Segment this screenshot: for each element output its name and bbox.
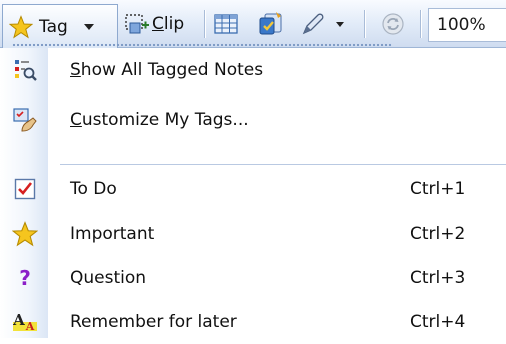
menu-item-show-all-tagged-notes[interactable]: Show All Tagged Notes (0, 48, 506, 92)
sync-button[interactable] (380, 0, 406, 48)
menu-item-remember-for-later[interactable]: A A Remember for later Ctrl+4 (0, 300, 506, 344)
menu-item-shortcut: Ctrl+2 (410, 224, 466, 244)
tag-dropdown-menu: Show All Tagged Notes Customize My Tags.… (0, 48, 506, 338)
clip-label: Clip (152, 14, 184, 34)
clip-button[interactable]: Clip (124, 0, 184, 48)
menu-item-shortcut: Ctrl+4 (410, 312, 466, 332)
toolbar-separator (204, 10, 205, 38)
pen-button[interactable] (300, 0, 344, 48)
table-icon (214, 13, 238, 35)
clip-accel: C (152, 14, 164, 34)
tag-dropdown-arrow-icon[interactable] (83, 23, 94, 30)
screen-clip-icon (124, 11, 150, 37)
svg-text:A: A (12, 311, 25, 329)
pen-dropdown-arrow-icon[interactable] (336, 21, 344, 27)
accel-letter: C (70, 110, 82, 130)
menu-item-to-do[interactable]: To Do Ctrl+1 (0, 167, 506, 211)
menu-item-label: Show All Tagged Notes (70, 60, 263, 80)
tag-search-icon (12, 57, 38, 83)
accel-letter: S (70, 60, 81, 80)
menu-item-label: Customize My Tags... (70, 110, 249, 130)
menu-item-important[interactable]: Important Ctrl+2 (0, 212, 506, 256)
tag-button[interactable]: Tag (2, 4, 118, 48)
menu-separator (60, 164, 506, 165)
outlook-button[interactable] (256, 0, 284, 48)
menu-item-label: To Do (70, 179, 117, 199)
menu-item-label: Important (70, 224, 155, 244)
insert-table-button[interactable] (214, 0, 238, 48)
menu-item-question[interactable]: ? Question Ctrl+3 (0, 256, 506, 300)
menu-item-shortcut: Ctrl+3 (410, 268, 466, 288)
pen-icon (300, 11, 326, 37)
label-rest: ustomize My Tags... (81, 110, 249, 130)
highlighter-text-icon: A A (12, 309, 38, 335)
star-icon (9, 14, 33, 39)
zoom-value: 100% (437, 15, 486, 35)
menu-item-label: Question (70, 268, 147, 288)
sync-icon (380, 11, 406, 37)
question-mark-icon: ? (12, 265, 38, 291)
svg-text:A: A (25, 320, 35, 333)
svg-text:?: ? (19, 266, 31, 290)
star-icon (12, 221, 38, 247)
menu-item-shortcut: Ctrl+1 (410, 179, 466, 199)
zoom-box[interactable]: 100% (428, 8, 506, 42)
menu-item-customize-my-tags[interactable]: Customize My Tags... (0, 98, 506, 142)
toolbar-separator (420, 10, 421, 38)
tag-label: Tag (39, 16, 68, 37)
customize-tags-icon (12, 107, 38, 133)
toolbar: Tag Clip 100% (0, 0, 506, 48)
menu-item-label: Remember for later (70, 312, 237, 332)
clip-rest: lip (163, 14, 185, 34)
checkbox-icon (12, 176, 38, 202)
label-rest: how All Tagged Notes (80, 60, 264, 80)
outlook-tasks-icon (256, 10, 284, 38)
toolbar-separator (364, 10, 365, 38)
